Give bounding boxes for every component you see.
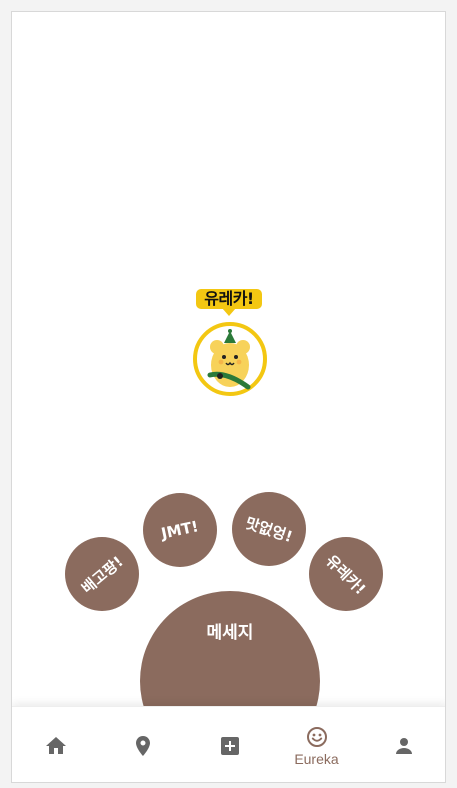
smiley-icon — [306, 727, 327, 747]
nav-item-profile[interactable] — [360, 707, 445, 782]
nav-label-eureka: Eureka — [294, 751, 339, 767]
bottom-nav: Eureka — [12, 706, 445, 782]
toe-label: 배고팡! — [78, 551, 127, 597]
app-screen: 유레카! 배고팡! JMT! 맛없엉! 유레카! 메세지 Eureka — [11, 11, 446, 783]
toe-button-eureka[interactable]: 유레카! — [309, 537, 383, 611]
speech-bubble: 유레카! — [196, 289, 262, 309]
home-icon — [45, 737, 66, 754]
toe-button-hungry[interactable]: 배고팡! — [65, 537, 139, 611]
toe-label: 유레카! — [322, 550, 370, 598]
person-icon — [395, 738, 412, 754]
toe-label: JMT! — [159, 517, 201, 543]
nav-item-eureka[interactable]: Eureka — [273, 707, 360, 782]
add-box-icon — [220, 737, 239, 755]
toe-button-jmt[interactable]: JMT! — [143, 493, 217, 567]
toe-label: 맛없엉! — [243, 513, 295, 546]
bear-character-icon — [193, 322, 267, 396]
pad-label: 메세지 — [206, 623, 254, 643]
speech-bubble-tail — [222, 308, 236, 316]
toe-button-not-tasty[interactable]: 맛없엉! — [232, 492, 306, 566]
location-pin-icon — [135, 736, 150, 756]
nav-item-add[interactable] — [186, 707, 273, 782]
eureka-character[interactable]: 유레카! — [192, 289, 268, 399]
nav-item-map[interactable] — [99, 707, 186, 782]
nav-item-home[interactable] — [12, 707, 99, 782]
